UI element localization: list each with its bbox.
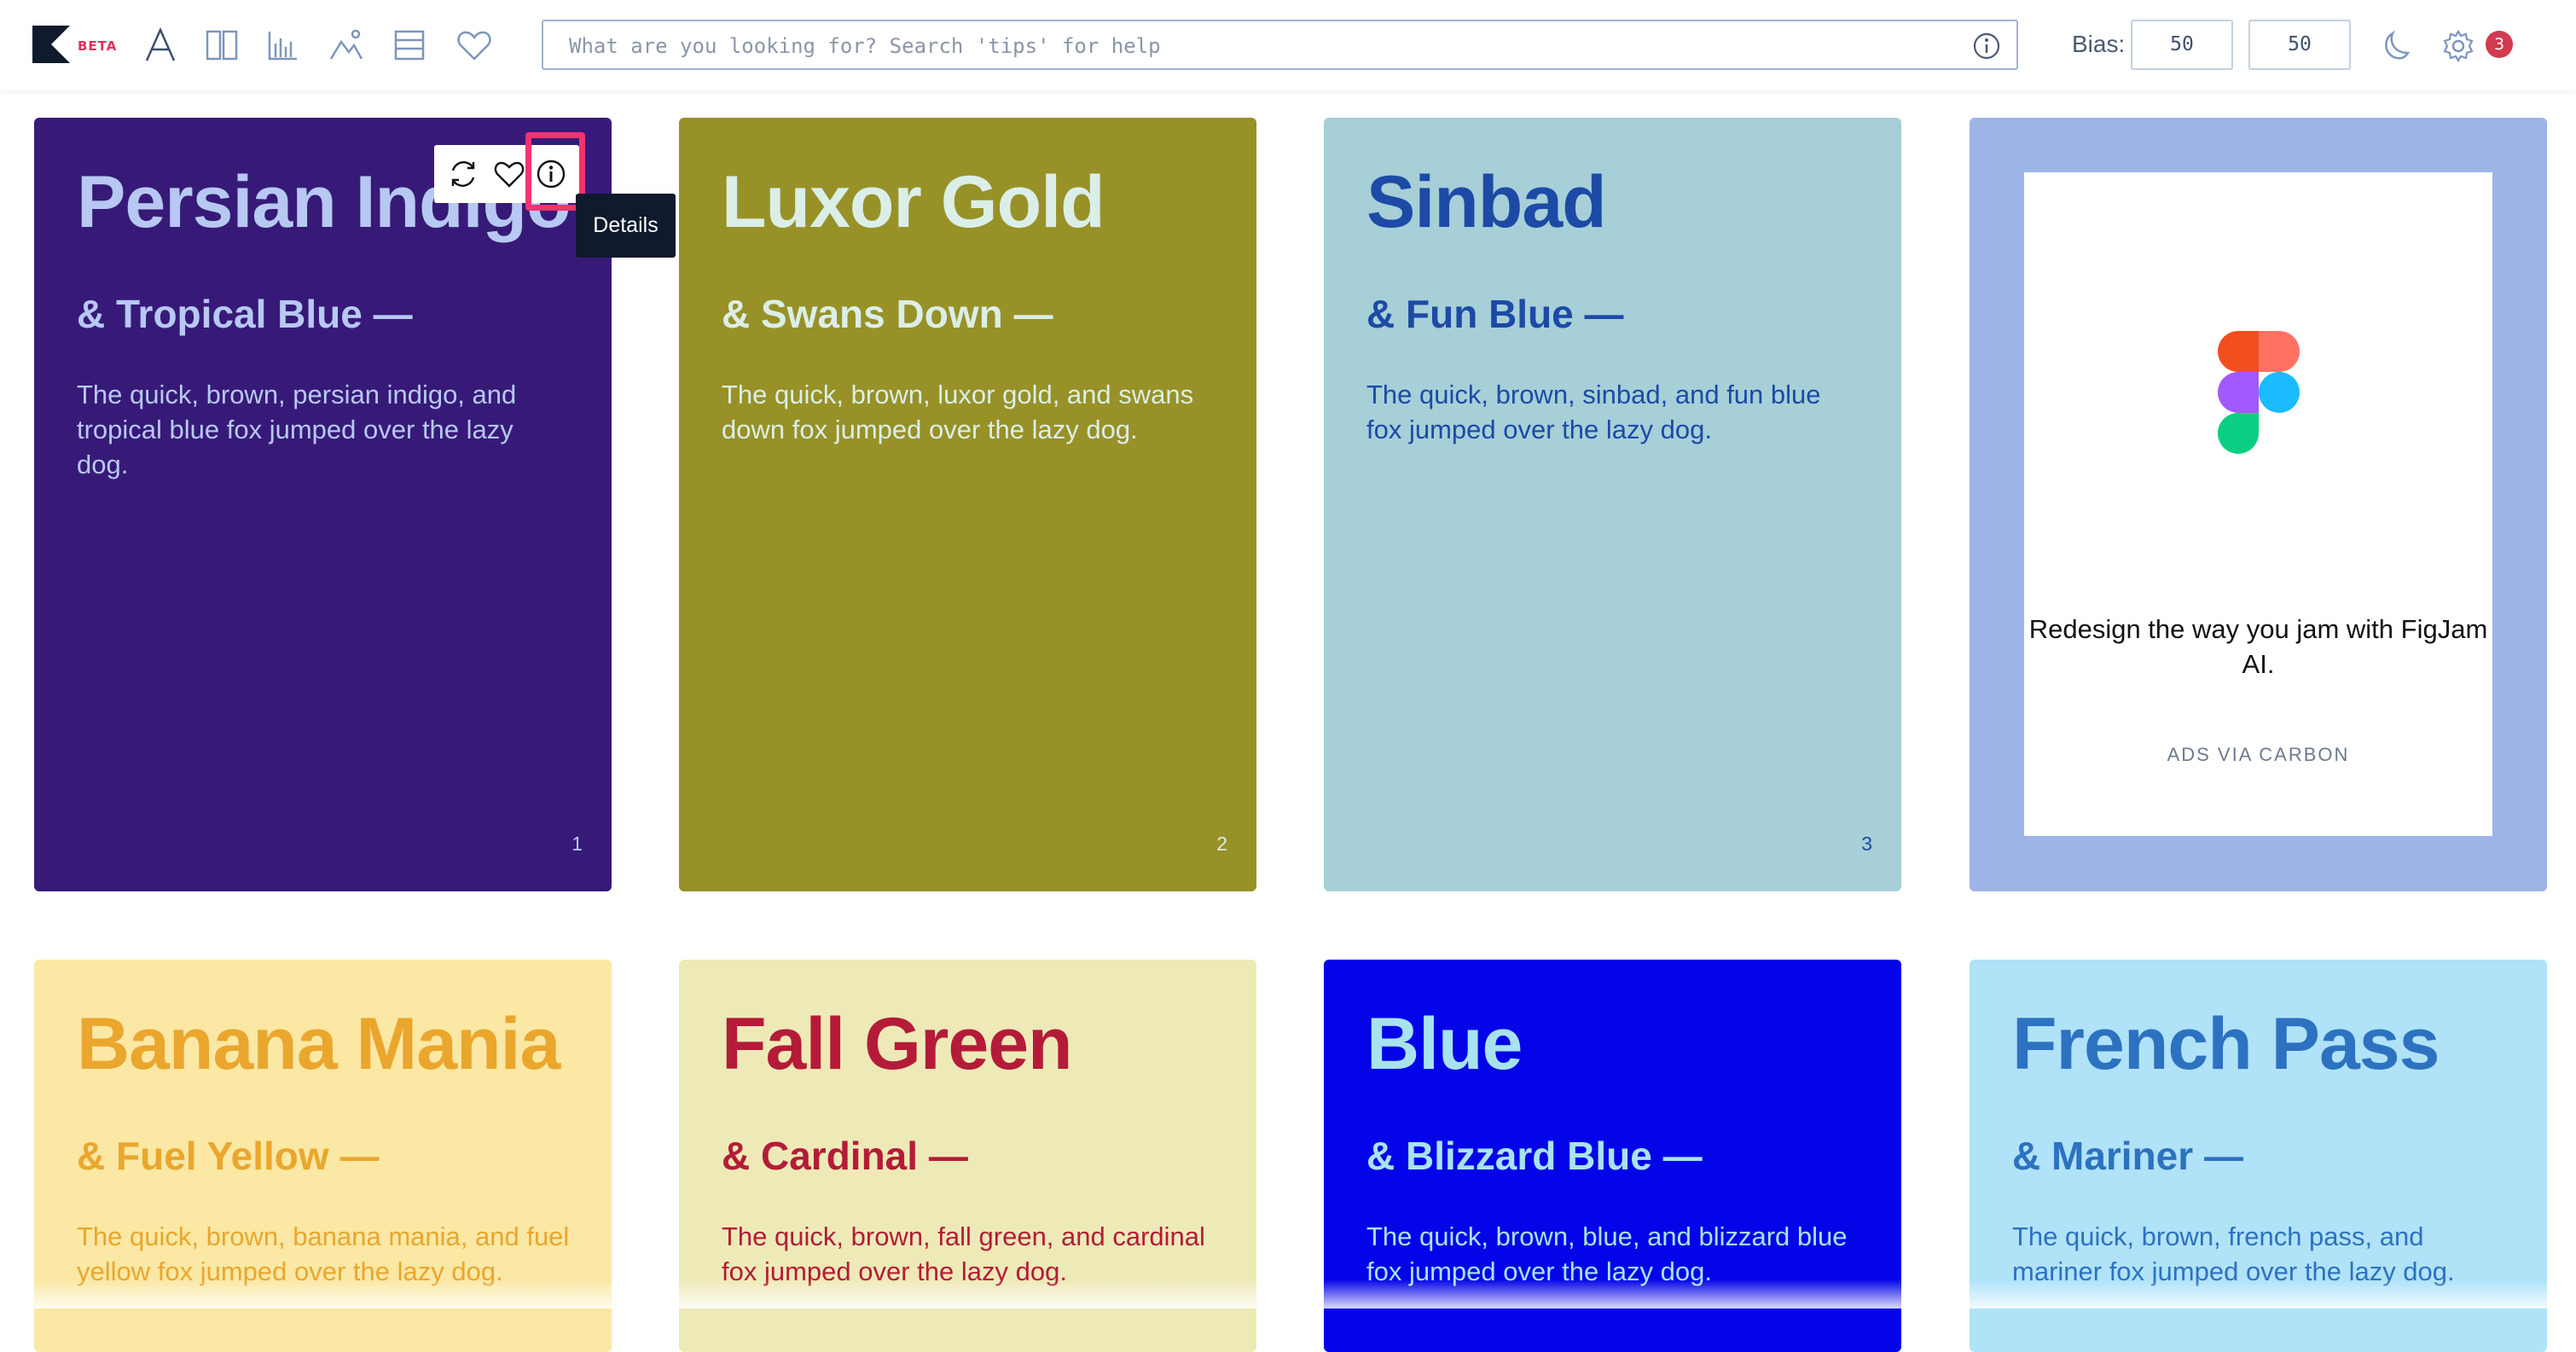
pair-name: & Cardinal — bbox=[722, 1134, 968, 1178]
search-bar bbox=[542, 20, 2018, 70]
ad-attribution[interactable]: ADS VIA CARBON bbox=[2024, 744, 2492, 766]
dark-mode-icon[interactable] bbox=[2380, 29, 2414, 63]
notification-badge[interactable]: 3 bbox=[2486, 31, 2513, 58]
beta-badge: BETA bbox=[78, 38, 118, 54]
font-icon[interactable] bbox=[142, 26, 179, 64]
compare-icon[interactable] bbox=[203, 26, 241, 64]
favorites-icon[interactable] bbox=[455, 26, 493, 64]
card-number: 3 bbox=[1861, 833, 1872, 855]
card-number: 2 bbox=[1216, 833, 1227, 855]
ad-text[interactable]: Redesign the way you jam with FigJam AI. bbox=[2024, 612, 2492, 682]
bias-label: Bias: bbox=[2072, 31, 2126, 57]
palette-card[interactable]: Blue & Blizzard Blue — The quick, brown,… bbox=[1324, 960, 1901, 1352]
pair-name: & Fuel Yellow — bbox=[77, 1134, 380, 1178]
card-description: The quick, brown, fall green, and cardin… bbox=[722, 1221, 1205, 1286]
bias-input-1[interactable]: 50 bbox=[2131, 20, 2233, 70]
pair-name: & Swans Down — bbox=[722, 292, 1053, 336]
color-name: Sinbad bbox=[1366, 161, 1607, 243]
pair-name: & Mariner — bbox=[2012, 1134, 2243, 1178]
palette-card[interactable]: Fall Green & Cardinal — The quick, brown… bbox=[679, 960, 1256, 1352]
palette-card[interactable]: Sinbad & Fun Blue — The quick, brown, si… bbox=[1324, 118, 1901, 891]
palette-card[interactable]: French Pass & Mariner — The quick, brown… bbox=[1970, 960, 2547, 1352]
bias-input-2[interactable]: 50 bbox=[2248, 20, 2351, 70]
figma-logo-icon bbox=[2218, 331, 2300, 454]
color-name: Fall Green bbox=[722, 1003, 1073, 1085]
color-name: Banana Mania bbox=[77, 1003, 560, 1085]
settings-gear-icon[interactable] bbox=[2441, 29, 2475, 63]
pair-name: & Blizzard Blue — bbox=[1366, 1134, 1703, 1178]
chart-icon[interactable] bbox=[264, 26, 302, 64]
palette-card[interactable]: Banana Mania & Fuel Yellow — The quick, … bbox=[34, 960, 612, 1352]
favorite-heart-icon[interactable] bbox=[492, 157, 526, 191]
color-name: Luxor Gold bbox=[722, 161, 1105, 243]
gradient-icon[interactable] bbox=[391, 26, 428, 64]
pair-name: & Tropical Blue — bbox=[77, 292, 413, 336]
color-name: Blue bbox=[1366, 1003, 1523, 1085]
refresh-icon[interactable] bbox=[446, 157, 480, 191]
top-navigation-bar: BETA Bias: 50 50 3 bbox=[0, 0, 2576, 90]
card-number: 1 bbox=[571, 833, 583, 855]
card-description: The quick, brown, persian indigo, and tr… bbox=[77, 380, 517, 479]
card-description: The quick, brown, french pass, and marin… bbox=[2012, 1221, 2455, 1286]
color-name: French Pass bbox=[2012, 1003, 2440, 1085]
image-icon[interactable] bbox=[328, 26, 365, 64]
details-tooltip: Details bbox=[576, 194, 676, 258]
card-description: The quick, brown, blue, and blizzard blu… bbox=[1366, 1221, 1848, 1286]
search-input[interactable] bbox=[567, 21, 1935, 70]
carbon-ad-card[interactable]: Redesign the way you jam with FigJam AI.… bbox=[1970, 118, 2547, 891]
card-description: The quick, brown, sinbad, and fun blue f… bbox=[1366, 380, 1821, 444]
pair-name: & Fun Blue — bbox=[1366, 292, 1624, 336]
ad-content[interactable]: Redesign the way you jam with FigJam AI.… bbox=[2024, 172, 2492, 836]
palette-card[interactable]: Persian Indigo & Tropical Blue — The qui… bbox=[34, 118, 612, 891]
card-description: The quick, brown, luxor gold, and swans … bbox=[722, 380, 1194, 444]
palette-card[interactable]: Luxor Gold & Swans Down — The quick, bro… bbox=[679, 118, 1256, 891]
app-logo[interactable] bbox=[32, 26, 70, 63]
search-info-icon[interactable] bbox=[1972, 32, 2001, 61]
card-description: The quick, brown, banana mania, and fuel… bbox=[77, 1221, 570, 1286]
